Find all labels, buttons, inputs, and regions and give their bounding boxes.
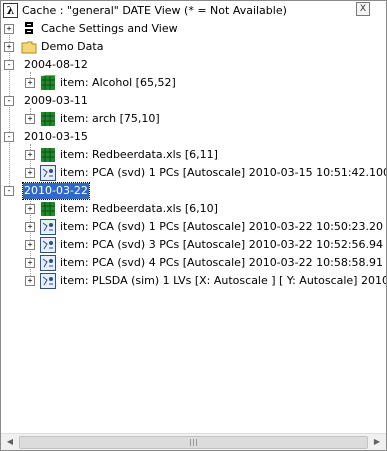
tree-node-label-selected: 2010-03-22 [22, 182, 90, 200]
model-icon [40, 237, 56, 253]
expand-toggle[interactable]: + [25, 204, 35, 214]
grip-icon [189, 439, 198, 446]
tree-node-item[interactable]: + item: arch [75,10] [1, 110, 386, 128]
expand-toggle[interactable]: + [4, 24, 14, 34]
tree-node-label: item: PCA (svd) 3 PCs [Autoscale] 2010-0… [60, 238, 384, 251]
lambda-app-icon: λ [3, 3, 18, 18]
tree-node-label: 2009-03-11 [24, 94, 88, 107]
tree-node-item[interactable]: + item: PCA (svd) 3 PCs [Autoscale] 2010… [1, 236, 386, 254]
expand-toggle[interactable]: + [25, 150, 35, 160]
tree-node-label: 2004-08-12 [24, 58, 88, 71]
tree-node-label: item: PLSDA (sim) 1 LVs [X: Autoscale ] … [60, 274, 386, 287]
expand-toggle[interactable]: + [4, 42, 14, 52]
tree-node-item[interactable]: + item: Redbeerdata.xls [6,11] [1, 146, 386, 164]
expand-toggle[interactable]: + [25, 168, 35, 178]
settings-icon [25, 22, 33, 34]
tree-node-date-2010-03-22[interactable]: - 2010-03-22 [1, 182, 386, 200]
window-title: Cache : "general" DATE View (* = Not Ava… [22, 4, 287, 17]
tree-node-label: item: PCA (svd) 1 PCs [Autoscale] 2010-0… [60, 166, 386, 179]
collapse-toggle[interactable]: - [4, 132, 14, 142]
tree-node-item[interactable]: + item: Alcohol [65,52] [1, 74, 386, 92]
tree-node-label: item: Redbeerdata.xls [6,11] [60, 148, 218, 161]
folder-icon [21, 41, 37, 54]
expand-toggle[interactable]: + [25, 276, 35, 286]
close-button[interactable]: X [356, 2, 370, 16]
tree-node-item[interactable]: + item: PCA (svd) 1 PCs [Autoscale] 2010… [1, 218, 386, 236]
cache-tree[interactable]: + Cache Settings and View + Demo Data - … [1, 20, 386, 435]
tree-node-label: item: PCA (svd) 4 PCs [Autoscale] 2010-0… [60, 256, 384, 269]
tree-node-item[interactable]: + item: PCA (svd) 1 PCs [Autoscale] 2010… [1, 164, 386, 182]
scroll-left-arrow-icon[interactable]: ◀ [3, 435, 17, 449]
model-icon [40, 273, 56, 289]
tree-node-item[interactable]: + item: PLSDA (sim) 1 LVs [X: Autoscale … [1, 272, 386, 290]
dataset-cube-icon [41, 148, 55, 162]
collapse-toggle[interactable]: - [4, 60, 14, 70]
tree-node-date-2009-03-11[interactable]: - 2009-03-11 [1, 92, 386, 110]
tree-node-label: item: Redbeerdata.xls [6,10] [60, 202, 218, 215]
expand-toggle[interactable]: + [25, 258, 35, 268]
tree-node-cache-settings[interactable]: + Cache Settings and View [1, 20, 386, 38]
tree-node-label: item: arch [75,10] [60, 112, 160, 125]
tree-node-label: Cache Settings and View [41, 22, 178, 35]
scrollbar-thumb[interactable] [19, 436, 368, 449]
model-icon [40, 219, 56, 235]
horizontal-scrollbar[interactable]: ◀ ▶ [1, 433, 386, 450]
expand-toggle[interactable]: + [25, 78, 35, 88]
model-icon [40, 165, 56, 181]
title-bar: λ Cache : "general" DATE View (* = Not A… [1, 1, 386, 20]
scroll-right-arrow-icon[interactable]: ▶ [370, 435, 384, 449]
expand-toggle[interactable]: + [25, 240, 35, 250]
expand-toggle[interactable]: + [25, 114, 35, 124]
model-icon [40, 255, 56, 271]
tree-node-date-2010-03-15[interactable]: - 2010-03-15 [1, 128, 386, 146]
tree-node-label: Demo Data [41, 40, 104, 53]
expand-toggle[interactable]: + [25, 222, 35, 232]
tree-node-label: 2010-03-15 [24, 130, 88, 143]
collapse-toggle[interactable]: - [4, 96, 14, 106]
tree-node-demo-data[interactable]: + Demo Data [1, 38, 386, 56]
tree-node-label: item: PCA (svd) 1 PCs [Autoscale] 2010-0… [60, 220, 384, 233]
dataset-cube-icon [41, 75, 56, 90]
dataset-cube-icon [41, 202, 55, 216]
collapse-toggle[interactable]: - [4, 186, 14, 196]
tree-node-item[interactable]: + item: PCA (svd) 4 PCs [Autoscale] 2010… [1, 254, 386, 272]
cache-viewer-window: λ Cache : "general" DATE View (* = Not A… [0, 0, 387, 451]
tree-node-date-2004-08-12[interactable]: - 2004-08-12 [1, 56, 386, 74]
tree-node-item[interactable]: + item: Redbeerdata.xls [6,10] [1, 200, 386, 218]
tree-node-label: item: Alcohol [65,52] [60, 76, 176, 89]
dataset-cube-icon [41, 112, 55, 126]
